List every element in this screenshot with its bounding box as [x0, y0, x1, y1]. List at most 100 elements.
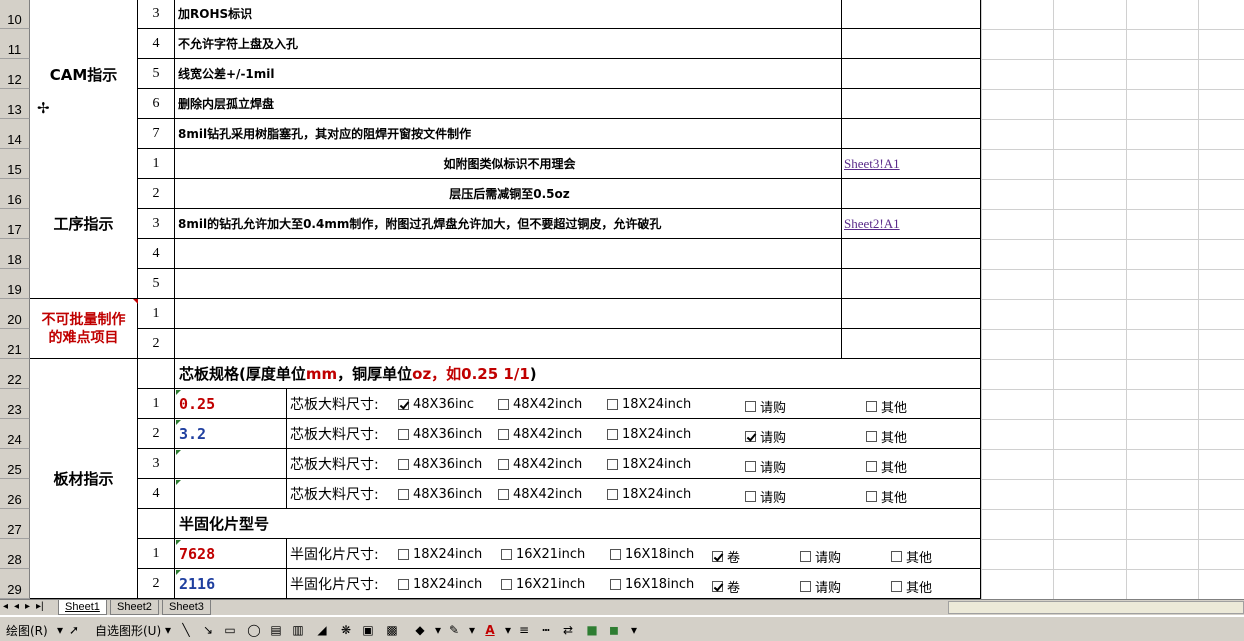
checkbox-icon[interactable]: [607, 459, 618, 470]
item-number[interactable]: 1: [138, 389, 175, 419]
checkbox-icon[interactable]: [398, 429, 409, 440]
size-option-checkbox[interactable]: 请购: [800, 547, 841, 566]
checkbox-icon[interactable]: [610, 579, 621, 590]
size-option-checkbox[interactable]: 18X24inch: [398, 577, 482, 592]
fill-color-icon[interactable]: ◆: [412, 622, 428, 638]
size-option-checkbox[interactable]: 48X36inc: [398, 397, 474, 412]
item-text[interactable]: [175, 299, 842, 329]
size-option-checkbox[interactable]: 48X42inch: [498, 427, 582, 442]
row-header[interactable]: 17: [0, 209, 30, 239]
link-cell[interactable]: [842, 29, 981, 59]
item-number[interactable]: 5: [138, 269, 175, 299]
material-value[interactable]: [175, 479, 287, 509]
item-number[interactable]: 2: [138, 569, 175, 599]
line-style-icon[interactable]: ≡: [516, 622, 532, 638]
line-color-icon[interactable]: ✎: [446, 622, 462, 638]
size-option-checkbox[interactable]: 其他: [866, 487, 907, 506]
checkbox-icon[interactable]: [398, 549, 409, 560]
size-option-checkbox[interactable]: 18X24inch: [398, 547, 482, 562]
checkbox-icon[interactable]: [501, 549, 512, 560]
vertical-text-box-icon[interactable]: ▥: [290, 622, 306, 638]
size-option-checkbox[interactable]: 16X21inch: [501, 577, 585, 592]
checkbox-icon[interactable]: [800, 551, 811, 562]
material-value[interactable]: 0.25: [175, 389, 287, 419]
link-cell[interactable]: [842, 89, 981, 119]
item-number[interactable]: 6: [138, 89, 175, 119]
row-header[interactable]: 21: [0, 329, 30, 359]
size-option-checkbox[interactable]: 48X42inch: [498, 457, 582, 472]
spreadsheet-grid[interactable]: 10 11 12 13 14 15 16 17 18 19 20 21 22 23 24 25 26 27 28 29…: [0, 0, 1244, 599]
next-sheet-icon[interactable]: ▸: [25, 601, 30, 612]
size-option-checkbox[interactable]: 请购: [745, 397, 786, 416]
rectangle-icon[interactable]: ▭: [222, 622, 238, 638]
sheet-tab[interactable]: Sheet3: [162, 600, 211, 615]
size-option-checkbox[interactable]: 请购: [745, 427, 786, 446]
row-header[interactable]: 28: [0, 539, 30, 569]
arrow-icon[interactable]: ↘: [200, 622, 216, 638]
size-option-checkbox[interactable]: 请购: [800, 577, 841, 596]
row-header[interactable]: 22: [0, 359, 30, 389]
item-number[interactable]: 2: [138, 179, 175, 209]
link-cell[interactable]: [842, 239, 981, 269]
size-option-checkbox[interactable]: 16X18inch: [610, 547, 694, 562]
dropdown-arrow-icon[interactable]: ▾: [160, 622, 176, 638]
checkbox-icon[interactable]: [398, 489, 409, 500]
size-option-checkbox[interactable]: 卷: [712, 577, 740, 596]
item-number[interactable]: 2: [138, 329, 175, 359]
item-text[interactable]: 8mil的钻孔允许加大至0.4mm制作，附图过孔焊盘允许加大，但不要超过铜皮，允…: [175, 209, 842, 239]
material-value[interactable]: 3.2: [175, 419, 287, 449]
item-number[interactable]: 4: [138, 239, 175, 269]
size-option-checkbox[interactable]: 请购: [745, 487, 786, 506]
size-option-checkbox[interactable]: 18X24inch: [607, 457, 691, 472]
sheet-tab[interactable]: Sheet1: [58, 600, 107, 615]
link-cell[interactable]: Sheet2!A1: [842, 209, 981, 239]
clipart-icon[interactable]: ▣: [360, 622, 376, 638]
checkbox-icon[interactable]: [398, 399, 409, 410]
dropdown-arrow-icon[interactable]: ▾: [430, 622, 446, 638]
link-cell[interactable]: [842, 299, 981, 329]
autoshapes-menu-button[interactable]: 自选图形(U): [95, 622, 161, 638]
item-text[interactable]: 线宽公差+/-1mil: [175, 59, 842, 89]
line-icon[interactable]: ╲: [178, 622, 194, 638]
dropdown-arrow-icon[interactable]: ▾: [464, 622, 480, 638]
checkbox-icon[interactable]: [398, 459, 409, 470]
arrow-style-icon[interactable]: ⇄: [560, 622, 576, 638]
checkbox-icon[interactable]: [607, 489, 618, 500]
row-header[interactable]: 14: [0, 119, 30, 149]
link-cell[interactable]: [842, 59, 981, 89]
checkbox-icon[interactable]: [712, 551, 723, 562]
material-value[interactable]: 7628: [175, 539, 287, 569]
size-option-checkbox[interactable]: 请购: [745, 457, 786, 476]
item-number[interactable]: 1: [138, 539, 175, 569]
item-text[interactable]: [175, 329, 842, 359]
size-option-checkbox[interactable]: 48X36inch: [398, 487, 482, 502]
row-header[interactable]: 10: [0, 0, 30, 29]
select-objects-icon[interactable]: ➚: [66, 622, 82, 638]
row-header[interactable]: 24: [0, 419, 30, 449]
font-color-icon[interactable]: A: [482, 622, 498, 638]
checkbox-icon[interactable]: [866, 431, 877, 442]
size-option-checkbox[interactable]: 卷: [712, 547, 740, 566]
checkbox-icon[interactable]: [498, 429, 509, 440]
size-option-checkbox[interactable]: 其他: [891, 577, 932, 596]
size-option-checkbox[interactable]: 48X42inch: [498, 487, 582, 502]
link-cell[interactable]: [842, 0, 981, 29]
size-option-checkbox[interactable]: 其他: [866, 427, 907, 446]
checkbox-icon[interactable]: [498, 489, 509, 500]
checkbox-icon[interactable]: [800, 581, 811, 592]
row-header[interactable]: 26: [0, 479, 30, 509]
row-header[interactable]: 13: [0, 89, 30, 119]
item-text[interactable]: 不允许字符上盘及入孔: [175, 29, 842, 59]
checkbox-icon[interactable]: [866, 401, 877, 412]
item-number[interactable]: 7: [138, 119, 175, 149]
row-header[interactable]: 11: [0, 29, 30, 59]
last-sheet-icon[interactable]: ▸|: [36, 601, 44, 612]
size-option-checkbox[interactable]: 18X24inch: [607, 487, 691, 502]
checkbox-icon[interactable]: [607, 429, 618, 440]
checkbox-icon[interactable]: [866, 461, 877, 472]
item-text[interactable]: [175, 269, 842, 299]
item-text[interactable]: [175, 239, 842, 269]
first-sheet-icon[interactable]: ◂: [3, 601, 8, 612]
row-header[interactable]: 20: [0, 299, 30, 329]
link-cell[interactable]: [842, 329, 981, 359]
